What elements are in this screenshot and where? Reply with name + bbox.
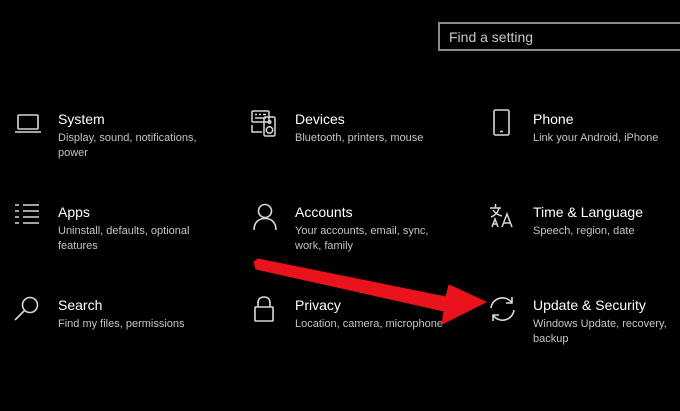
settings-tile-time-language[interactable]: Time & Language Speech, region, date [489,203,680,281]
tile-description: Display, sound, notifications, power [58,132,197,159]
search-box[interactable] [438,22,680,51]
tile-description: Speech, region, date [533,225,635,237]
tile-label: Search [58,297,103,313]
tile-description: Your accounts, email, sync, work, family [295,225,429,252]
tile-description: Windows Update, recovery, backup [533,318,667,345]
tile-label: Apps [58,204,90,220]
phone-icon [489,109,519,140]
person-icon [251,203,281,233]
settings-tile-devices[interactable]: Devices Bluetooth, printers, mouse [251,110,466,188]
tile-description: Link your Android, iPhone [533,132,659,144]
settings-tile-privacy[interactable]: Privacy Location, camera, microphone [251,296,466,374]
tile-description: Find my files, permissions [58,318,185,330]
laptop-icon [14,110,44,140]
keyboard-speaker-icon [251,110,281,140]
find-setting-input[interactable] [440,24,680,49]
tile-description: Location, camera, microphone [295,318,443,330]
language-icon [489,203,519,233]
tile-label: Accounts [295,204,353,220]
settings-tile-system[interactable]: System Display, sound, notifications, po… [14,110,229,188]
tile-label: Devices [295,111,345,127]
settings-tile-update-security[interactable]: Update & Security Windows Update, recove… [489,296,680,374]
tile-label: System [58,111,105,127]
settings-tile-search[interactable]: Search Find my files, permissions [14,296,229,374]
tile-description: Uninstall, defaults, optional features [58,225,190,252]
lock-icon [251,296,281,326]
settings-tile-apps[interactable]: Apps Uninstall, defaults, optional featu… [14,203,229,281]
sync-icon [489,296,519,326]
search-icon [14,296,44,326]
tile-label: Privacy [295,297,341,313]
tile-label: Phone [533,111,574,127]
tile-label: Time & Language [533,204,643,220]
apps-list-icon [14,203,44,233]
settings-tile-accounts[interactable]: Accounts Your accounts, email, sync, wor… [251,203,466,281]
tile-description: Bluetooth, printers, mouse [295,132,424,144]
settings-tile-phone[interactable]: Phone Link your Android, iPhone [489,109,680,188]
tile-label: Update & Security [533,297,646,313]
